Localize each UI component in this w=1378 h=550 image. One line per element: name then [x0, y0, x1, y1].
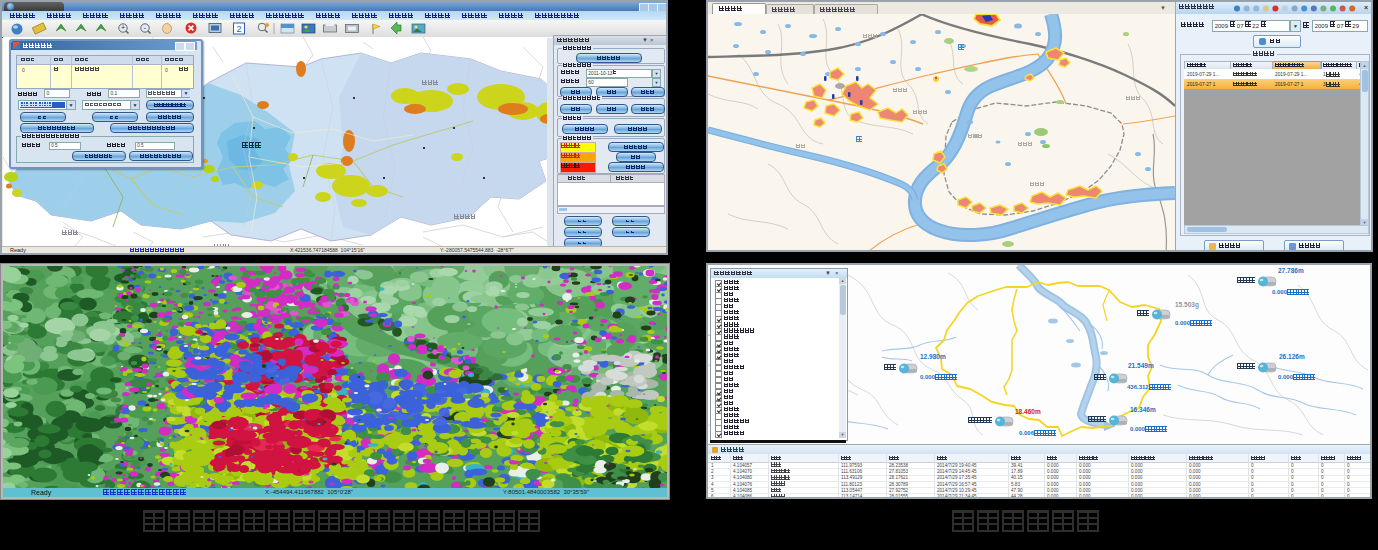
svg-text:+: + — [121, 24, 125, 31]
svg-text:2: 2 — [236, 24, 241, 34]
